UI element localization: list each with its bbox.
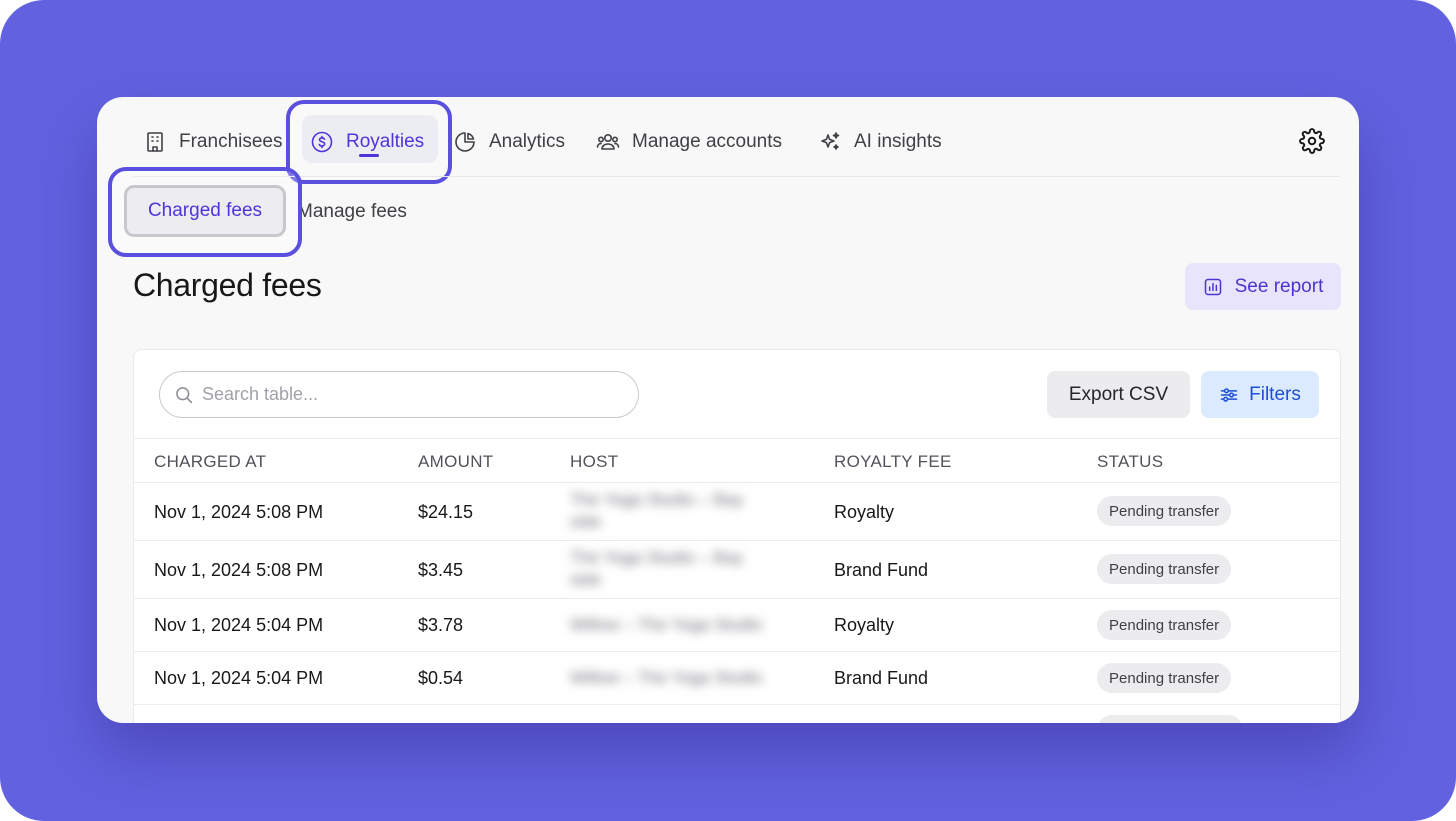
top-nav: Franchisees Royalties Analytics Manage a… [97,97,1359,184]
nav-label-franchisees: Franchisees [179,131,283,152]
pie-chart-icon [455,132,475,152]
nav-label-royalties: Royalties [346,131,425,152]
table-row-partial[interactable] [134,705,1340,723]
cell-royalty-fee: Brand Fund [834,668,929,688]
nav-label-analytics: Analytics [489,131,566,152]
sliders-icon [1220,387,1238,402]
cell-host: Willow – The Yoga Studio [570,668,763,687]
table-row[interactable]: Nov 1, 2024 5:04 PM $0.54 Willow – The Y… [134,652,1340,705]
column-header-status[interactable]: STATUS [1097,452,1163,472]
cell-amount: $24.15 [418,502,474,522]
building-icon [147,132,163,152]
see-report-button[interactable]: See report [1185,263,1341,310]
active-tab-indicator [359,154,379,157]
app-window: Franchisees Royalties Analytics Manage a… [97,97,1359,723]
cell-amount: $0.54 [418,668,464,688]
users-icon [596,134,620,150]
nav-divider [133,176,1339,177]
bar-chart-icon [1204,278,1221,295]
filters-button[interactable]: Filters [1201,371,1319,418]
table-row[interactable]: Nov 1, 2024 5:04 PM $3.78 Willow – The Y… [134,599,1340,652]
status-badge-partial [1097,715,1243,723]
gear-icon[interactable] [1299,128,1325,154]
sparkles-icon [821,132,840,150]
filters-label: Filters [1249,383,1301,405]
nav-label-manage-accounts: Manage accounts [632,131,782,152]
table-panel: Export CSV Filters CHARGED AT AMOUNT HOS… [133,349,1341,723]
nav-item-ai-insights[interactable]: AI insights [818,127,942,157]
cell-host: The Yoga Studio – Bay side [570,548,743,589]
status-badge: Pending transfer [1097,663,1232,693]
column-header-royalty-fee[interactable]: ROYALTY FEE [834,452,952,472]
column-header-charged-at[interactable]: CHARGED AT [154,452,266,472]
search-box[interactable] [159,371,639,418]
cell-royalty-fee: Royalty [834,502,895,522]
cell-amount: $3.45 [418,560,464,580]
page-title: Charged fees [133,267,322,303]
see-report-label: See report [1234,275,1324,297]
cell-amount: $3.78 [418,615,464,635]
nav-item-franchisees[interactable]: Franchisees [143,127,283,157]
nav-label-ai-insights: AI insights [854,131,942,152]
dollar-circle-icon [311,131,333,153]
subtab-manage-fees[interactable]: Manage fees [297,201,407,223]
table-row[interactable]: Nov 1, 2024 5:08 PM $3.45 The Yoga Studi… [134,541,1340,599]
cell-royalty-fee: Brand Fund [834,560,929,580]
column-header-host[interactable]: HOST [570,452,618,472]
status-badge: Pending transfer [1097,610,1232,640]
cell-charged-at: Nov 1, 2024 5:08 PM [154,502,324,522]
background-frame: Franchisees Royalties Analytics Manage a… [0,0,1456,821]
cell-host: Willow – The Yoga Studio [570,615,763,634]
cell-charged-at: Nov 1, 2024 5:04 PM [154,615,324,635]
status-badge: Pending transfer [1097,496,1232,526]
table-row[interactable]: Nov 1, 2024 5:08 PM $24.15 The Yoga Stud… [134,483,1340,541]
nav-item-analytics[interactable]: Analytics [453,127,565,157]
export-csv-button[interactable]: Export CSV [1047,371,1190,418]
column-header-amount[interactable]: AMOUNT [418,452,493,472]
search-input[interactable] [202,384,602,405]
cell-host: The Yoga Studio – Bay side [570,490,743,531]
status-badge: Pending transfer [1097,554,1232,584]
nav-item-manage-accounts[interactable]: Manage accounts [596,127,782,157]
search-icon [176,386,193,403]
cell-charged-at: Nov 1, 2024 5:04 PM [154,668,324,688]
cell-charged-at: Nov 1, 2024 5:08 PM [154,560,324,580]
cell-royalty-fee: Royalty [834,615,895,635]
nav-item-royalties[interactable]: Royalties [310,127,424,157]
subtab-charged-fees[interactable]: Charged fees [124,185,286,237]
table-header: CHARGED AT AMOUNT HOST ROYALTY FEE STATU… [134,438,1340,483]
